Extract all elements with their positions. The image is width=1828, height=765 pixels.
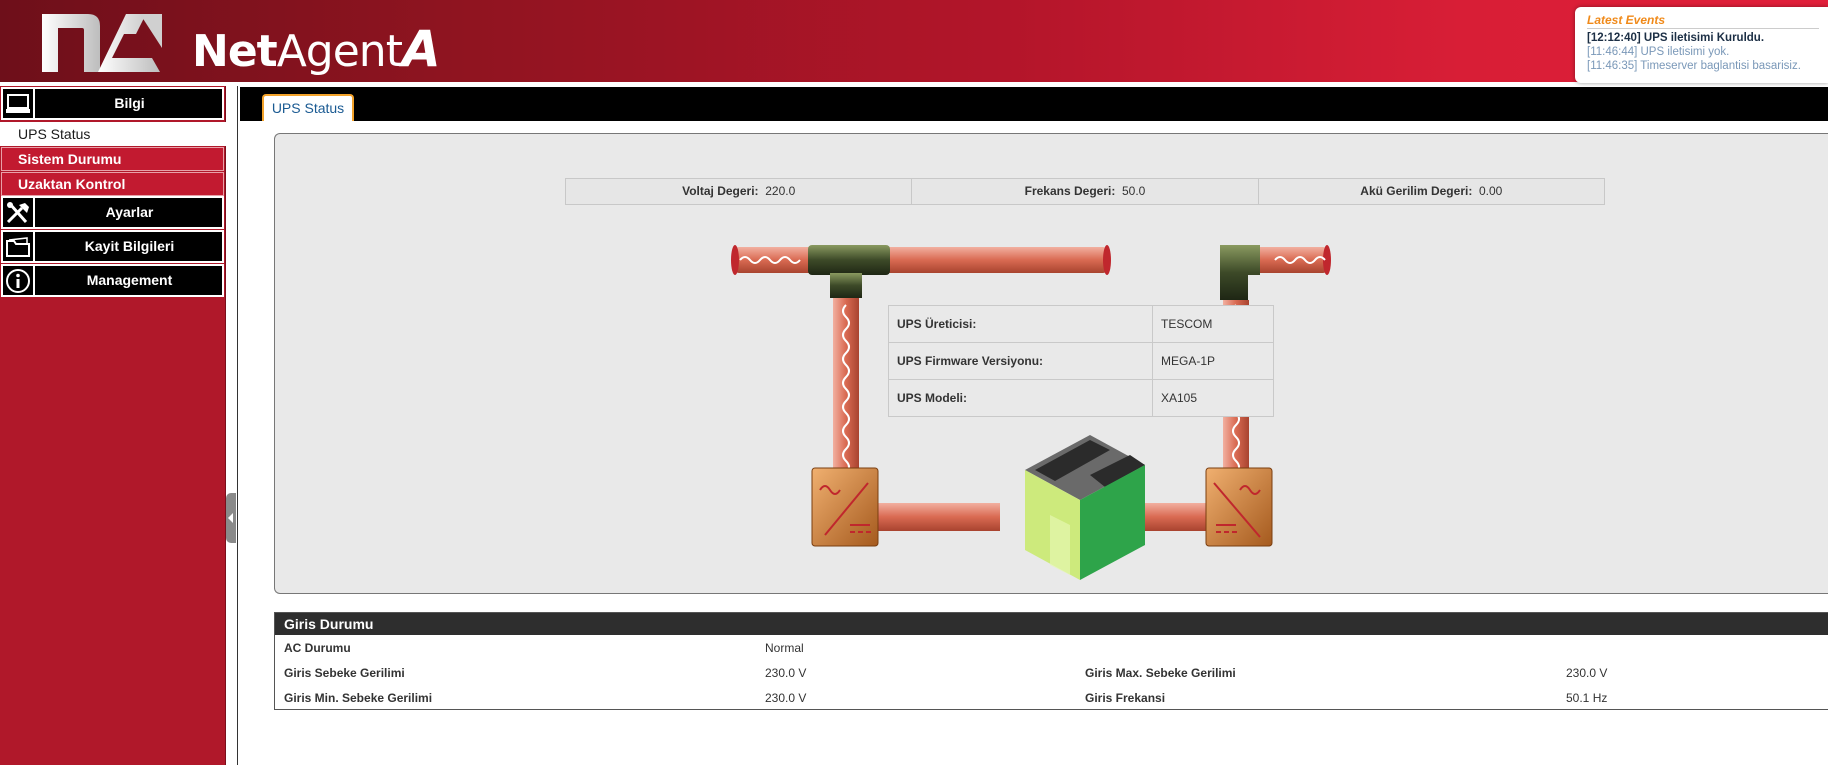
sidebar: Bilgi UPS Status Sistem Durumu Uzaktan K…	[0, 86, 226, 765]
latest-events-title: Latest Events	[1587, 13, 1666, 27]
info-icon	[3, 266, 35, 295]
frequency-metric: Frekans Degeri: 50.0	[912, 179, 1259, 204]
ups-manufacturer-value: TESCOM	[1152, 305, 1274, 343]
table-row: UPS Modeli: XA105	[888, 379, 1274, 417]
table-row: UPS Üreticisi: TESCOM	[888, 305, 1274, 343]
sidebar-collapse-handle[interactable]	[226, 493, 236, 543]
giris-durumu-section: Giris Durumu AC Durumu Normal Giris Sebe…	[274, 612, 1828, 710]
voltage-metric: Voltaj Degeri: 220.0	[566, 179, 913, 204]
tools-icon	[3, 198, 35, 227]
sidebar-item-uzaktan-kontrol[interactable]: Uzaktan Kontrol	[1, 172, 224, 196]
input-min-voltage-label: Giris Min. Sebeke Gerilimi	[284, 691, 433, 705]
input-frequency-value: 50.1 Hz	[1566, 691, 1608, 705]
ups-manufacturer-label: UPS Üreticisi:	[888, 305, 1153, 343]
event-item[interactable]: [11:46:44] UPS iletisimi yok.	[1587, 45, 1828, 59]
metrics-bar: Voltaj Degeri: 220.0 Frekans Degeri: 50.…	[565, 178, 1605, 205]
ups-firmware-label: UPS Firmware Versiyonu:	[888, 342, 1153, 380]
event-item[interactable]: [11:46:35] Timeserver baglantisi basaris…	[1587, 59, 1828, 73]
ups-model-value: XA105	[1152, 379, 1274, 417]
input-voltage-label: Giris Sebeke Gerilimi	[284, 666, 405, 680]
table-row: UPS Firmware Versiyonu: MEGA-1P	[888, 342, 1274, 380]
menu-ayarlar[interactable]: Ayarlar	[1, 196, 224, 229]
menu-kayit-bilgileri[interactable]: Kayit Bilgileri	[1, 230, 224, 263]
event-item[interactable]: [12:12:40] UPS iletisimi Kuruldu.	[1587, 31, 1828, 45]
ac-status-value: Normal	[765, 641, 804, 655]
giris-durumu-title: Giris Durumu	[275, 613, 1828, 635]
input-min-voltage-value: 230.0 V	[765, 691, 807, 705]
menu-management[interactable]: Management	[1, 264, 224, 297]
inverter-box	[1205, 467, 1273, 547]
table-row: Giris Min. Sebeke Gerilimi 230.0 V Giris…	[275, 685, 1828, 710]
latest-events-panel: Latest Events [12:12:40] UPS iletisimi K…	[1575, 7, 1828, 83]
table-row: Giris Sebeke Gerilimi 230.0 V Giris Max.…	[275, 660, 1828, 685]
tab-bar	[240, 87, 1828, 121]
ac-status-label: AC Durumu	[284, 641, 351, 655]
sidebar-item-ups-status[interactable]: UPS Status	[0, 122, 226, 146]
netagent-logo-icon	[42, 14, 162, 72]
input-max-voltage-label: Giris Max. Sebeke Gerilimi	[1085, 666, 1236, 680]
ups-info-table: UPS Üreticisi: TESCOM UPS Firmware Versi…	[888, 305, 1274, 417]
monitor-icon	[3, 89, 35, 118]
sidebar-item-sistem-durumu[interactable]: Sistem Durumu	[1, 147, 224, 171]
ups-firmware-value: MEGA-1P	[1152, 342, 1274, 380]
tab-ups-status[interactable]: UPS Status	[262, 94, 354, 121]
input-frequency-label: Giris Frekansi	[1085, 691, 1166, 705]
menu-bilgi[interactable]: Bilgi	[1, 87, 224, 120]
ups-model-label: UPS Modeli:	[888, 379, 1153, 417]
input-max-voltage-value: 230.0 V	[1566, 666, 1608, 680]
table-row: AC Durumu Normal	[275, 635, 1828, 660]
battery-icon	[1025, 435, 1145, 580]
brand-name: NetAgentA	[192, 20, 441, 78]
rectifier-box	[811, 467, 879, 547]
battery-voltage-metric: Akü Gerilim Degeri: 0.00	[1360, 184, 1503, 198]
input-voltage-value: 230.0 V	[765, 666, 807, 680]
header: NetAgentA Latest Events [12:12:40] UPS i…	[0, 0, 1828, 85]
folder-icon	[3, 232, 35, 261]
